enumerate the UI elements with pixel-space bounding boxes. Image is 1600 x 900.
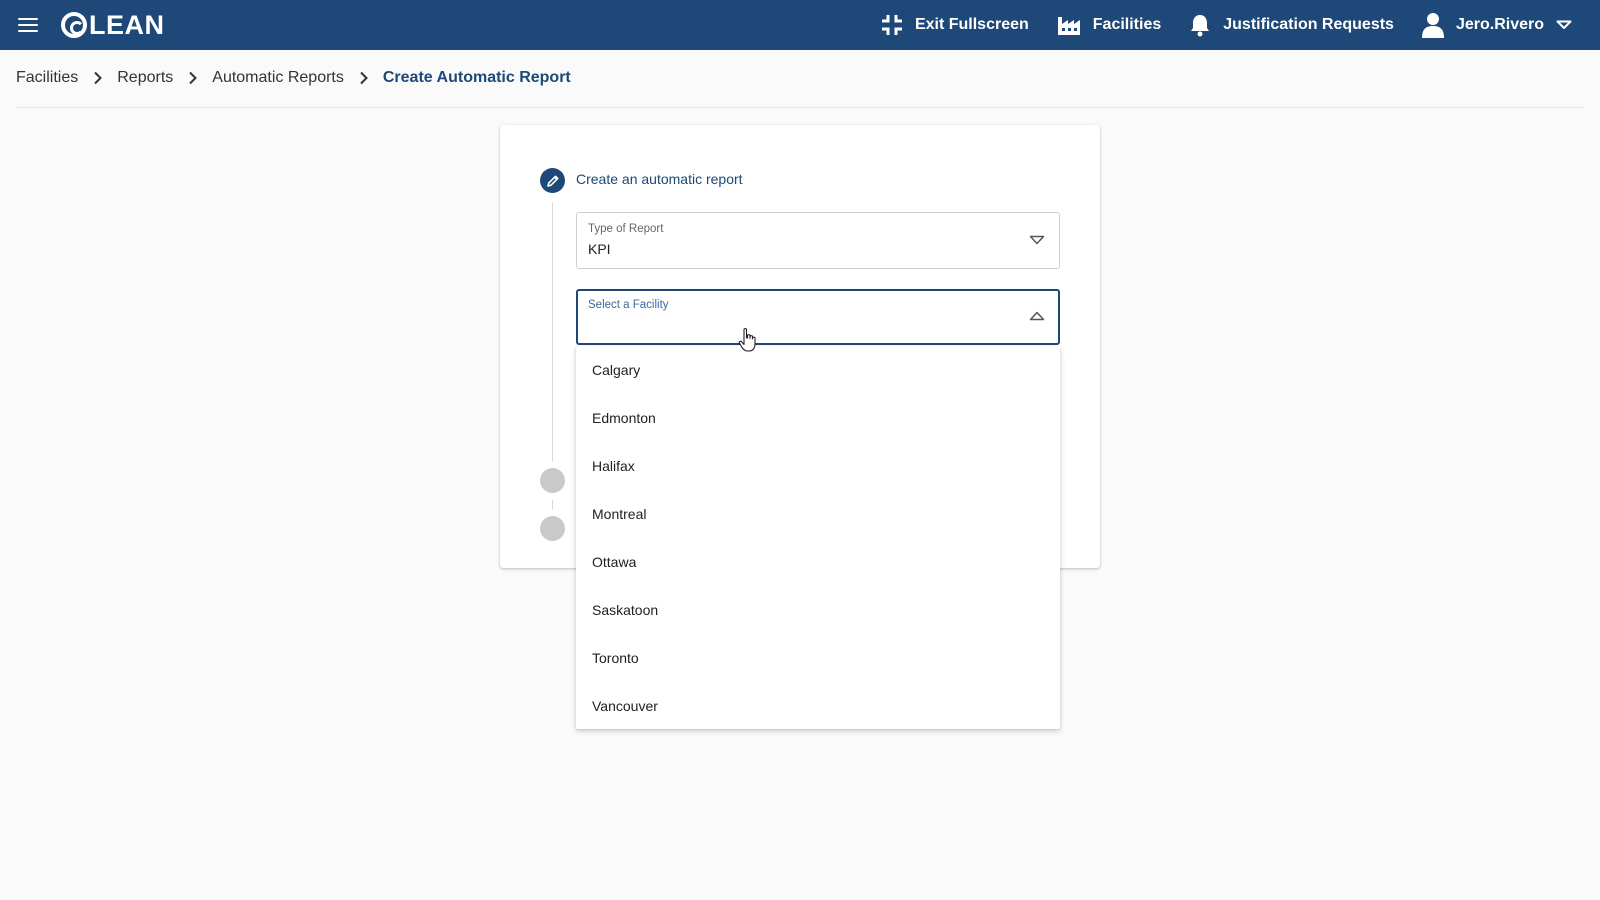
- facilities-nav-label: Facilities: [1092, 16, 1162, 33]
- step-2-indicator: [540, 468, 565, 493]
- facility-select-label: Select a Facility: [588, 299, 669, 311]
- breadcrumb-current-page: Create Automatic Report: [382, 69, 571, 86]
- justification-requests-label: Justification Requests: [1223, 16, 1394, 33]
- chevron-down-icon: [1029, 235, 1045, 245]
- stepper-line: [552, 500, 553, 510]
- facility-option-toronto[interactable]: Toronto: [576, 634, 1060, 682]
- chevron-down-icon: [1556, 20, 1572, 29]
- breadcrumb-automatic-reports[interactable]: Automatic Reports: [212, 69, 344, 87]
- exit-fullscreen-label: Exit Fullscreen: [914, 16, 1029, 33]
- exit-fullscreen-button[interactable]: Exit Fullscreen: [881, 14, 1029, 36]
- top-nav-actions: Exit Fullscreen Facilities Justification…: [853, 0, 1572, 50]
- stepper-line: [552, 202, 553, 462]
- breadcrumb-reports[interactable]: Reports: [117, 69, 173, 87]
- facility-option-saskatoon[interactable]: Saskatoon: [576, 586, 1060, 634]
- breadcrumb-facilities[interactable]: Facilities: [16, 69, 78, 87]
- user-icon: [1421, 13, 1444, 38]
- exit-fullscreen-icon: [881, 15, 902, 35]
- facility-option-edmonton[interactable]: Edmonton: [576, 394, 1060, 442]
- user-name: Jero.Rivero: [1455, 16, 1544, 33]
- facility-option-ottawa[interactable]: Ottawa: [576, 538, 1060, 586]
- facility-option-halifax[interactable]: Halifax: [576, 442, 1060, 490]
- justification-requests-button[interactable]: Justification Requests: [1189, 13, 1394, 37]
- chevron-right-icon: [93, 71, 103, 85]
- app-logo[interactable]: LEAN: [61, 8, 165, 42]
- type-of-report-value: KPI: [588, 241, 611, 257]
- breadcrumb-divider: [16, 107, 1584, 108]
- logo-text: LEAN: [89, 9, 165, 40]
- logo-icon: [61, 12, 87, 38]
- facility-select[interactable]: Select a Facility: [576, 289, 1060, 345]
- top-navbar: LEAN Exit Fullscreen Facilities Justific…: [0, 0, 1600, 50]
- step-title: Create an automatic report: [576, 171, 743, 187]
- facility-dropdown-menu: Calgary Edmonton Halifax Montreal Ottawa…: [576, 346, 1060, 729]
- user-menu-button[interactable]: Jero.Rivero: [1421, 12, 1572, 38]
- type-of-report-select[interactable]: Type of Report KPI: [576, 212, 1060, 269]
- step-3-indicator: [540, 516, 565, 541]
- hamburger-icon[interactable]: [18, 15, 40, 35]
- facility-option-calgary[interactable]: Calgary: [576, 346, 1060, 394]
- facilities-nav-button[interactable]: Facilities: [1057, 14, 1161, 36]
- facility-option-vancouver[interactable]: Vancouver: [576, 682, 1060, 730]
- breadcrumb: Facilities Reports Automatic Reports Cre…: [16, 66, 571, 90]
- chevron-right-icon: [188, 71, 198, 85]
- bell-icon: [1191, 15, 1210, 37]
- factory-icon: [1057, 17, 1080, 35]
- pencil-icon: [540, 168, 565, 193]
- facility-option-montreal[interactable]: Montreal: [576, 490, 1060, 538]
- type-of-report-label: Type of Report: [588, 223, 664, 235]
- chevron-right-icon: [359, 71, 369, 85]
- chevron-up-icon: [1029, 311, 1045, 321]
